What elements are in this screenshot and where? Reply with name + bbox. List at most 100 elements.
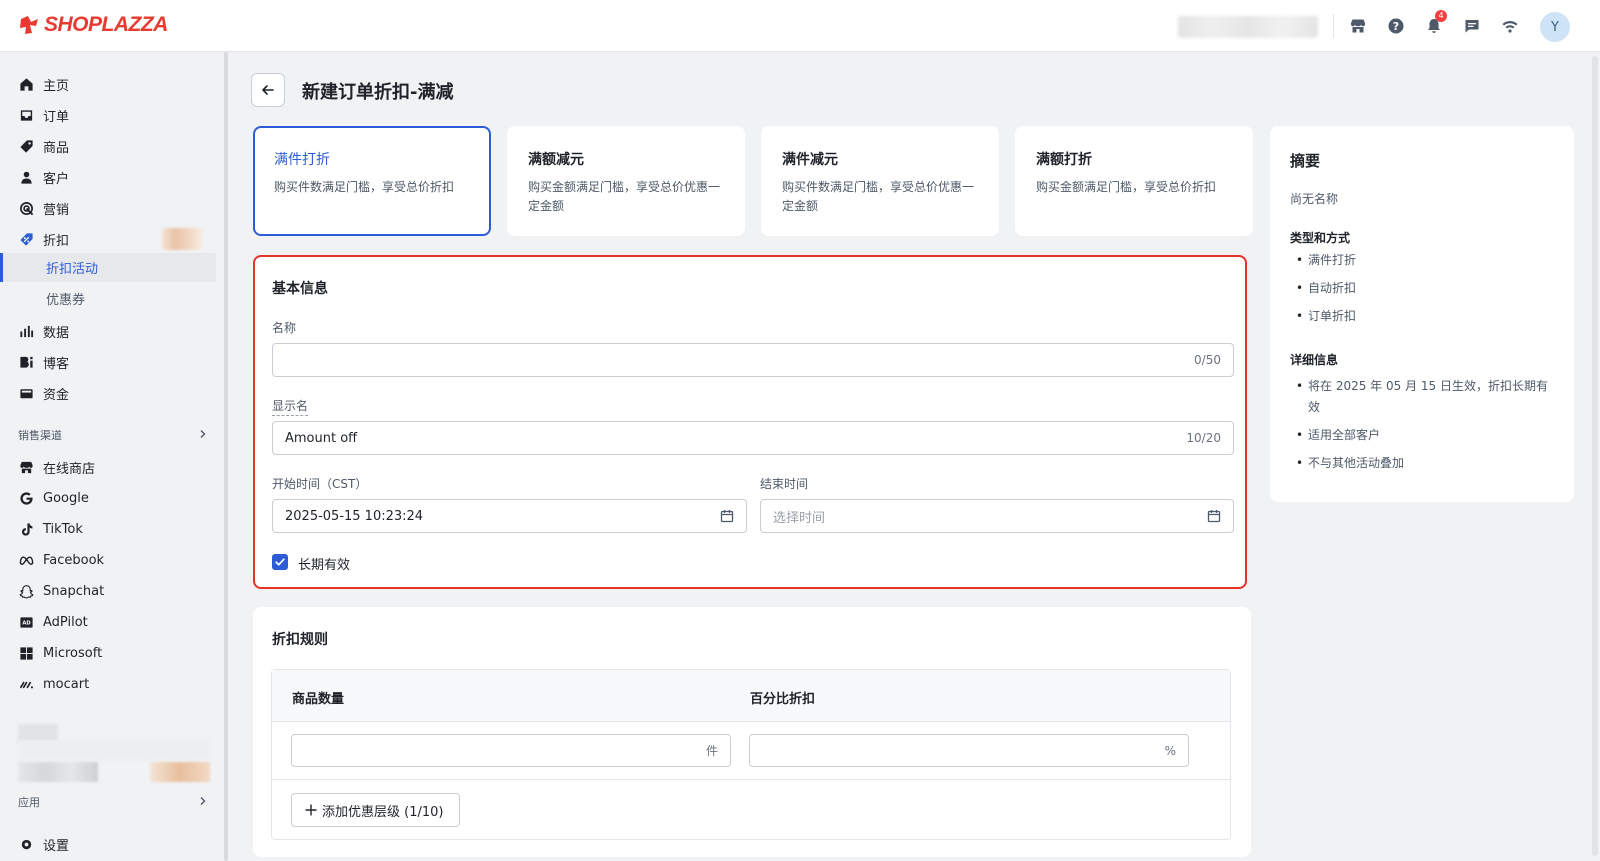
tag-icon (18, 138, 34, 154)
plus-icon (305, 804, 317, 816)
google-icon (18, 490, 34, 506)
sidebar-item-orders[interactable]: 订单 (0, 101, 216, 129)
add-tier-button[interactable]: 添加优惠层级 (1/10) (291, 793, 461, 827)
list-item: 满件打折 (1296, 250, 1558, 271)
sidebar-channel-snapchat[interactable]: Snapchat (0, 577, 216, 605)
sidebar-item-analytics[interactable]: 数据 (0, 317, 216, 345)
main-scrollbar[interactable] (1592, 56, 1598, 856)
sidebar-item-label: AdPilot (43, 614, 88, 630)
divider (1333, 14, 1334, 38)
name-input[interactable]: 0/50 (272, 343, 1234, 377)
blog-icon (18, 354, 34, 370)
type-card-desc: 购买金额满足门槛，享受总价折扣 (1036, 180, 1217, 194)
end-time-label: 结束时间 (760, 477, 809, 491)
col-header-percentage: 百分比折扣 (750, 692, 816, 707)
check-icon (275, 558, 285, 566)
inbox-icon (18, 107, 34, 123)
sidebar-channel-mocart[interactable]: mocart (0, 670, 216, 698)
sidebar-item-home[interactable]: 主页 (0, 70, 216, 98)
calendar-icon[interactable] (1207, 509, 1221, 523)
basic-info-panel: 基本信息 名称 0/50 显示名 Amount off 10/20 开始时间（C… (253, 255, 1247, 589)
end-time-input[interactable]: 选择时间 (760, 499, 1234, 533)
sidebar-item-label: 折扣 (43, 233, 70, 249)
bell-icon[interactable]: 4 (1423, 10, 1447, 37)
display-name-input[interactable]: Amount off 10/20 (272, 421, 1234, 455)
name-label: 名称 (272, 321, 297, 335)
sidebar-item-label: Google (43, 490, 89, 506)
sidebar-channel-microsoft[interactable]: Microsoft (0, 639, 216, 667)
summary-name: 尚无名称 (1290, 192, 1339, 206)
sidebar-channel-google[interactable]: Google (0, 484, 216, 512)
type-card-title: 满件打折 (274, 152, 330, 168)
type-card-title: 满额减元 (528, 152, 584, 168)
sidebar-item-customers[interactable]: 客户 (0, 163, 216, 191)
notification-badge: 4 (1435, 10, 1447, 22)
shoplazza-logo[interactable]: SHOPLAZZA (18, 13, 168, 37)
person-icon (18, 169, 34, 185)
sidebar-item-label: Facebook (43, 552, 105, 568)
sidebar-subitem-coupons[interactable]: 优惠券 (0, 284, 216, 313)
percentage-unit: % (1164, 743, 1176, 758)
calendar-icon[interactable] (720, 509, 734, 523)
apps-section[interactable]: 应用 (18, 792, 208, 812)
sidebar-channel-facebook[interactable]: Facebook (0, 546, 216, 574)
long-term-label[interactable]: 长期有效 (298, 554, 350, 573)
start-time-input[interactable]: 2025-05-15 10:23:24 (272, 499, 747, 533)
discount-icon (18, 231, 34, 247)
avatar[interactable]: Y (1540, 12, 1570, 42)
sidebar-item-label: mocart (43, 676, 90, 692)
sidebar-item-products[interactable]: 商品 (0, 132, 216, 160)
sidebar-item-label: 数据 (43, 325, 70, 341)
back-button[interactable] (251, 73, 285, 107)
type-card-amount-off[interactable]: 满额减元 购买金额满足门槛，享受总价优惠一定金额 (507, 126, 745, 236)
target-icon (18, 200, 34, 216)
sidebar-subitem-label: 折扣活动 (46, 262, 99, 277)
sidebar-item-finance[interactable]: 资金 (0, 379, 216, 407)
sidebar-item-settings[interactable]: 设置 (0, 830, 216, 858)
wallet-icon (18, 385, 34, 401)
type-card-title: 满额打折 (1036, 152, 1092, 168)
type-card-qty-discount[interactable]: 满件打折 购买件数满足门槛，享受总价折扣 (253, 126, 491, 236)
message-icon[interactable] (1461, 15, 1483, 37)
svg-text:?: ? (1393, 20, 1399, 33)
add-tier-label: 添加优惠层级 (1/10) (322, 804, 444, 820)
help-icon[interactable]: ? (1385, 15, 1407, 37)
discount-rules-panel: 折扣规则 商品数量 百分比折扣 件 % 添加优惠层级 (1/10) (253, 607, 1251, 857)
basic-info-title: 基本信息 (272, 281, 328, 297)
sidebar-channel-adpilot[interactable]: AD AdPilot (0, 608, 216, 636)
discount-rules-title: 折扣规则 (272, 632, 328, 648)
type-card-amount-discount[interactable]: 满额打折 购买金额满足门槛，享受总价折扣 (1015, 126, 1253, 236)
summary-detail-heading: 详细信息 (1290, 353, 1339, 367)
store-icon[interactable] (1347, 15, 1369, 37)
sidebar-item-label: 客户 (43, 171, 70, 187)
sidebar-item-label: Snapchat (43, 583, 105, 599)
list-item: 适用全部客户 (1296, 425, 1558, 446)
type-card-title: 满件减元 (782, 152, 838, 168)
sidebar-subitem-discount-activities[interactable]: 折扣活动 (0, 253, 216, 282)
quantity-input[interactable]: 件 (291, 734, 731, 767)
tiktok-icon (18, 521, 34, 537)
blurred-badge (162, 228, 202, 250)
store-icon (18, 459, 34, 475)
sidebar-item-blog[interactable]: 博客 (0, 348, 216, 376)
sidebar-item-label: 资金 (43, 387, 70, 403)
start-time-value: 2025-05-15 10:23:24 (285, 508, 424, 524)
long-term-checkbox[interactable] (272, 554, 288, 570)
adpilot-icon: AD (18, 614, 34, 630)
chevron-right-icon (198, 429, 208, 442)
sales-channels-section[interactable]: 销售渠道 (18, 425, 208, 445)
gear-icon (18, 836, 34, 852)
apps-label: 应用 (18, 796, 40, 809)
display-name-label[interactable]: 显示名 (272, 397, 309, 416)
type-card-qty-amount-off[interactable]: 满件减元 购买件数满足门槛，享受总价优惠一定金额 (761, 126, 999, 236)
list-item: 将在 2025 年 05 月 15 日生效，折扣长期有效 (1296, 376, 1558, 418)
chevron-right-icon (198, 796, 208, 809)
sidebar-channel-online-store[interactable]: 在线商店 (0, 453, 216, 481)
sidebar-scrollbar[interactable] (224, 52, 228, 861)
sidebar-item-marketing[interactable]: 营销 (0, 194, 216, 222)
sidebar-item-label: 营销 (43, 202, 70, 218)
percentage-input[interactable]: % (749, 734, 1189, 767)
sidebar-channel-tiktok[interactable]: TikTok (0, 515, 216, 543)
wifi-icon[interactable] (1499, 15, 1521, 37)
sidebar-item-label: 设置 (43, 838, 70, 854)
